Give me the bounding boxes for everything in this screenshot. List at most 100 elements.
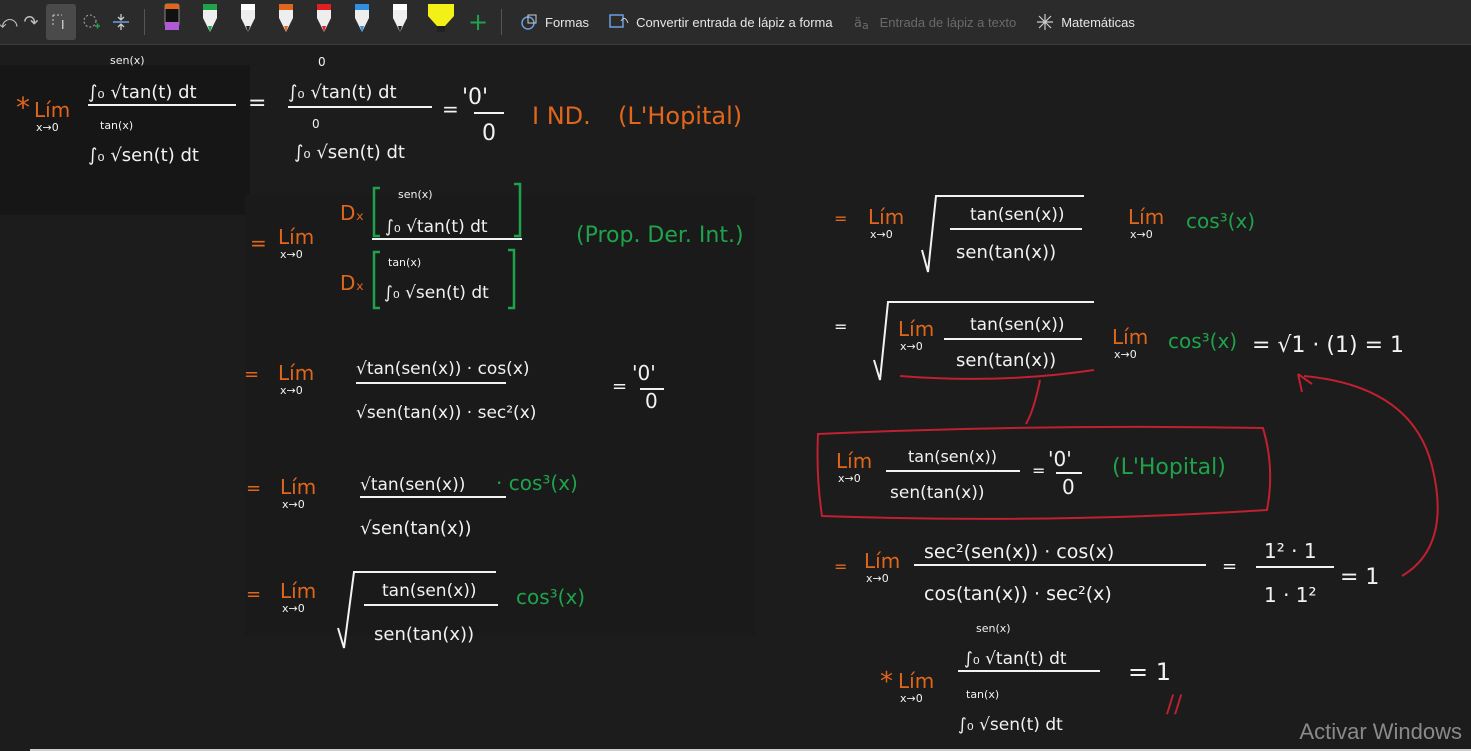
fraction-bar bbox=[474, 112, 504, 114]
equals-sign: = bbox=[244, 364, 259, 385]
integral-upper-limit: tan(x) bbox=[388, 256, 421, 269]
lim-subscript: x→0 bbox=[282, 498, 305, 511]
equals-sign: = bbox=[1222, 556, 1237, 577]
step4-denominator: √sen(tan(x)) bbox=[360, 518, 472, 539]
lim-label: Lím bbox=[898, 317, 934, 341]
arrow-curve bbox=[1297, 373, 1439, 577]
ones-denominator: 1 · 1² bbox=[1264, 583, 1317, 607]
integral-upper-limit: sen(x) bbox=[110, 54, 145, 67]
integral-expression: ∫₀ √tan(t) dt bbox=[88, 82, 197, 103]
cos-cubed: cos³(x) bbox=[1186, 209, 1255, 233]
step3-numerator: √tan(sen(x)) · cos(x) bbox=[356, 359, 530, 379]
integral-upper-limit: tan(x) bbox=[100, 119, 133, 132]
right-result: = √1 · (1) = 1 bbox=[1252, 333, 1404, 358]
lim-subscript: x→0 bbox=[282, 602, 305, 615]
integral-expression: ∫₀ √sen(t) dt bbox=[384, 283, 489, 303]
fraction-bar bbox=[360, 496, 506, 498]
integral-upper-limit: 0 bbox=[318, 55, 326, 69]
equals-sign: = bbox=[248, 91, 266, 116]
equals-sign: = bbox=[834, 209, 847, 228]
fraction-bar bbox=[944, 338, 1082, 340]
lim-label: Lím bbox=[1112, 325, 1148, 349]
indeterminate-label: I ND. bbox=[532, 102, 591, 130]
bracket-close bbox=[514, 182, 522, 238]
final-mark: // bbox=[1166, 690, 1183, 718]
fraction-numerator: tan(sen(x)) bbox=[382, 581, 477, 601]
integral-expression: ∫₀ √tan(t) dt bbox=[964, 649, 1067, 669]
fraction-denominator: sen(tan(x)) bbox=[956, 350, 1056, 371]
integral-upper-limit: sen(x) bbox=[976, 622, 1011, 635]
integral-expression: ∫₀ √tan(t) dt bbox=[288, 82, 397, 103]
equals-sign: = bbox=[834, 557, 847, 576]
lim-label: Lím bbox=[278, 361, 314, 385]
fraction-numerator: tan(sen(x)) bbox=[970, 205, 1065, 225]
lim-subscript: x→0 bbox=[870, 228, 893, 241]
integral-upper-limit: 0 bbox=[312, 117, 320, 131]
star-mark: * bbox=[16, 91, 30, 124]
handwriting-layer: * Lím x→0 sen(x) ∫₀ √tan(t) dt tan(x) ∫₀… bbox=[16, 54, 1439, 735]
equals-sign: = bbox=[834, 317, 847, 336]
lim-subscript: x→0 bbox=[280, 248, 303, 261]
bracket-open bbox=[372, 250, 380, 310]
step3-denominator: √sen(tan(x)) · sec²(x) bbox=[356, 403, 536, 423]
lim-label: Lím bbox=[280, 475, 316, 499]
integral-expression: ∫₀ √sen(t) dt bbox=[88, 145, 199, 166]
lim-subscript: x→0 bbox=[280, 384, 303, 397]
integral-expression: ∫₀ √tan(t) dt bbox=[385, 217, 488, 237]
fraction-bar bbox=[886, 470, 1020, 472]
zero-fraction-num: '0' bbox=[632, 361, 656, 385]
underline-curve bbox=[899, 369, 1095, 425]
integral-upper-limit: tan(x) bbox=[966, 688, 999, 701]
zero-fraction-den: 0 bbox=[645, 389, 658, 413]
ones-numerator: 1² · 1 bbox=[1264, 539, 1317, 563]
fraction-bar bbox=[288, 106, 432, 108]
fraction-bar bbox=[88, 104, 236, 106]
cos-cubed: cos³(x) bbox=[1168, 329, 1237, 353]
fraction-bar bbox=[958, 670, 1100, 672]
integral-expression: ∫₀ √sen(t) dt bbox=[294, 142, 405, 163]
ones-result: = 1 bbox=[1340, 565, 1379, 590]
equals-sign: = bbox=[1032, 461, 1045, 480]
derivative-operator: Dₓ bbox=[340, 201, 364, 225]
fraction-bar bbox=[364, 604, 498, 606]
lim-label: Lím bbox=[280, 579, 316, 603]
box-zero-den: 0 bbox=[1062, 475, 1075, 499]
lim-label: Lím bbox=[864, 549, 900, 573]
box-lhopital-label: (L'Hopital) bbox=[1112, 455, 1226, 480]
fraction-bar bbox=[914, 564, 1206, 566]
equals-sign: = bbox=[442, 97, 459, 121]
lim-subscript: x→0 bbox=[866, 572, 889, 585]
equals-sign: = bbox=[612, 376, 627, 397]
star-mark: * bbox=[880, 667, 893, 697]
final-result: = 1 bbox=[1128, 658, 1171, 686]
bracket-close bbox=[508, 248, 516, 310]
step4-numerator: √tan(sen(x)) bbox=[360, 475, 465, 495]
derivative-denominator: cos(tan(x)) · sec²(x) bbox=[924, 583, 1112, 605]
zero-fraction-den: 0 bbox=[482, 121, 496, 146]
lim-subscript: x→0 bbox=[1114, 348, 1137, 361]
lim-subscript: x→0 bbox=[838, 472, 861, 485]
equals-sign: = bbox=[250, 231, 267, 255]
box-zero-num: '0' bbox=[1048, 447, 1072, 471]
lim-subscript: x→0 bbox=[900, 340, 923, 353]
lim-subscript: x→0 bbox=[36, 121, 59, 134]
fraction-bar bbox=[950, 228, 1082, 230]
fraction-denominator: sen(tan(x)) bbox=[890, 483, 985, 503]
integral-upper-limit: sen(x) bbox=[398, 188, 433, 201]
lim-subscript: x→0 bbox=[900, 692, 923, 705]
fraction-numerator: tan(sen(x)) bbox=[970, 315, 1065, 335]
equals-sign: = bbox=[246, 584, 261, 605]
bracket-open bbox=[372, 186, 380, 238]
equals-sign: = bbox=[246, 478, 261, 499]
derivative-numerator: sec²(sen(x)) · cos(x) bbox=[924, 541, 1114, 563]
fraction-bar bbox=[372, 238, 522, 240]
fraction-denominator: sen(tan(x)) bbox=[956, 242, 1056, 263]
fraction-bar bbox=[356, 382, 506, 384]
lim-label: Lím bbox=[34, 98, 70, 122]
fraction-bar bbox=[1256, 566, 1334, 568]
fraction-denominator: sen(tan(x)) bbox=[374, 624, 474, 645]
step4-cos-cubed: · cos³(x) bbox=[496, 471, 578, 495]
lim-subscript: x→0 bbox=[1130, 228, 1153, 241]
property-note: (Prop. Der. Int.) bbox=[576, 223, 744, 248]
lim-label: Lím bbox=[868, 205, 904, 229]
